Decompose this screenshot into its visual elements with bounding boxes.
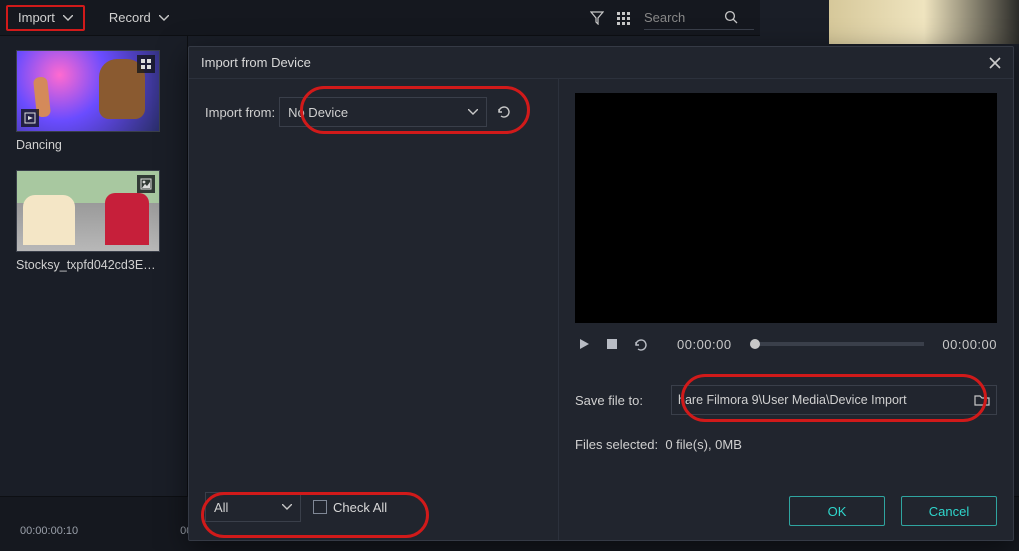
check-all-checkbox[interactable]: Check All xyxy=(313,500,387,515)
save-to-label: Save file to: xyxy=(575,393,671,408)
stop-icon[interactable] xyxy=(603,335,621,353)
import-from-label: Import from: xyxy=(205,105,275,120)
filter-select[interactable]: All xyxy=(205,492,301,522)
record-dropdown[interactable]: Record xyxy=(99,5,179,31)
import-from-device-dialog: Import from Device Import from: No Devic… xyxy=(188,46,1014,541)
filter-icon[interactable] xyxy=(584,5,610,31)
chevron-down-icon xyxy=(159,15,169,21)
filter-select-value: All xyxy=(214,500,228,515)
slider-handle[interactable] xyxy=(750,339,760,349)
search-input[interactable] xyxy=(644,10,724,25)
dialog-titlebar: Import from Device xyxy=(189,47,1013,79)
add-to-timeline-icon[interactable] xyxy=(21,109,39,127)
files-selected-label: Files selected: xyxy=(575,437,658,452)
chevron-down-icon xyxy=(468,109,478,115)
media-thumbnail[interactable] xyxy=(16,170,160,252)
preview-area xyxy=(575,93,997,323)
dialog-title: Import from Device xyxy=(201,55,311,70)
media-label: Dancing xyxy=(16,138,160,152)
record-label: Record xyxy=(109,10,151,25)
chevron-down-icon xyxy=(63,15,73,21)
save-to-path-value: hare Filmora 9\User Media\Device Import xyxy=(678,393,907,407)
dialog-right-pane: 00:00:00 00:00:00 Save file to: hare Fil… xyxy=(559,79,1013,540)
folder-icon[interactable] xyxy=(968,393,990,407)
timecode-total: 00:00:00 xyxy=(942,337,997,352)
image-badge-icon xyxy=(137,175,155,193)
background-photo-sliver xyxy=(829,0,1019,44)
grid-badge-icon xyxy=(137,55,155,73)
import-label: Import xyxy=(18,10,55,25)
play-icon[interactable] xyxy=(575,335,593,353)
chevron-down-icon xyxy=(282,504,292,510)
media-thumbnail[interactable] xyxy=(16,50,160,132)
save-to-path-field[interactable]: hare Filmora 9\User Media\Device Import xyxy=(671,385,997,415)
cancel-button[interactable]: Cancel xyxy=(901,496,997,526)
device-select[interactable]: No Device xyxy=(279,97,487,127)
dialog-left-pane: Import from: No Device All Check All xyxy=(189,79,559,540)
ruler-mark: 00:00:00:10 xyxy=(20,525,78,551)
ok-button[interactable]: OK xyxy=(789,496,885,526)
transport-controls: 00:00:00 00:00:00 xyxy=(575,329,997,359)
device-select-value: No Device xyxy=(288,105,348,120)
import-dropdown[interactable]: Import xyxy=(6,5,85,31)
top-toolbar: Import Record xyxy=(0,0,760,36)
files-selected-value: 0 file(s), 0MB xyxy=(665,437,742,452)
media-panel: Dancing Stocksy_txpfd042cd3EA... xyxy=(0,36,188,496)
grid-view-icon[interactable] xyxy=(610,5,636,31)
media-label: Stocksy_txpfd042cd3EA... xyxy=(16,258,160,272)
checkbox-icon xyxy=(313,500,327,514)
close-icon[interactable] xyxy=(989,57,1001,69)
timeline-slider[interactable] xyxy=(750,342,925,346)
refresh-icon[interactable] xyxy=(493,101,515,123)
search-field[interactable] xyxy=(644,6,754,30)
check-all-label: Check All xyxy=(333,500,387,515)
search-icon xyxy=(724,10,738,24)
timecode-current: 00:00:00 xyxy=(677,337,732,352)
loop-icon[interactable] xyxy=(631,335,649,353)
files-selected-row: Files selected: 0 file(s), 0MB xyxy=(575,437,997,452)
